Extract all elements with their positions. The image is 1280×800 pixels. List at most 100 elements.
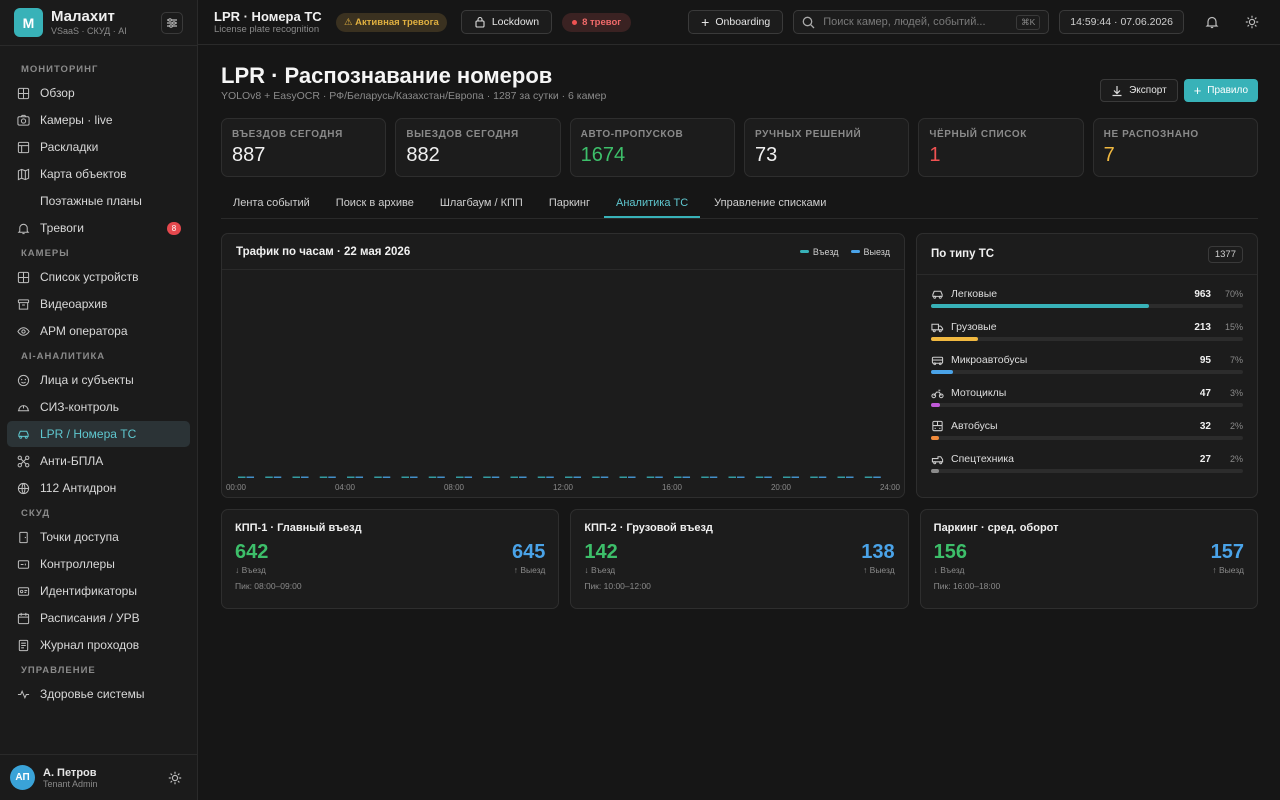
sidebar-item[interactable]: Точки доступа [7,524,190,550]
sidebar-item[interactable]: Карта объектов [7,161,190,187]
bar-entry-20[interactable] [783,476,791,479]
bar-exit-07[interactable] [437,476,445,479]
sidebar-item[interactable]: Тревоги 8 [7,215,190,241]
bar-entry-05[interactable] [374,476,382,479]
bar-exit-01[interactable] [273,476,282,479]
sidebar-item[interactable]: Идентификаторы [7,578,190,604]
search-input[interactable] [823,16,1009,28]
bar-entry-10[interactable] [510,476,519,479]
checkpoint-card[interactable]: Паркинг · сред. оборот 156 ↓ Въезд 157 ↑ Вые… [919,509,1258,609]
sidebar-item[interactable]: Расписания / УРВ [7,605,190,631]
bar-exit-02[interactable] [301,476,309,479]
sidebar-item-label: Идентификаторы [40,584,137,598]
checkpoint-card[interactable]: КПП-1 · Главный въезд 642 ↓ Въезд 645 ↑ Выез… [221,509,560,609]
bar-entry-01[interactable] [265,476,273,479]
settings-button[interactable] [1240,10,1264,34]
bar-entry-11[interactable] [537,476,546,479]
sidebar-item[interactable]: Лица и субъекты [7,367,190,393]
checkpoint-card[interactable]: КПП-2 · Грузовой въезд 142 ↓ Въезд 138 ↑ Вые… [570,509,909,609]
bar-entry-13[interactable] [592,476,600,479]
global-search[interactable]: ⌘K [793,10,1050,34]
checkpoint-entries: 642 [235,541,269,563]
bar-entry-12[interactable] [565,476,573,479]
tab[interactable]: Поиск в архиве [324,189,426,218]
bar-entry-03[interactable] [319,476,328,479]
bar-exit-14[interactable] [628,476,636,479]
bar-exit-23[interactable] [873,476,881,479]
bar-exit-19[interactable] [764,476,772,479]
vehicle-type-row[interactable]: Мотоциклы 47 3% [931,383,1243,416]
sidebar-item[interactable]: АРМ оператора [7,318,190,344]
tab[interactable]: Паркинг [537,189,602,218]
bar-entry-23[interactable] [864,476,873,479]
bar-entry-07[interactable] [428,476,437,479]
sidebar-item[interactable]: Видеоархив [7,291,190,317]
bar-exit-05[interactable] [382,476,391,479]
bar-exit-04[interactable] [355,476,364,479]
sidebar-item[interactable]: Контроллеры [7,551,190,577]
sidebar-item[interactable]: Камеры · live [7,107,190,133]
bar-entry-09[interactable] [483,476,491,479]
vehicle-type-row[interactable]: Автобусы 32 2% [931,416,1243,449]
vehicle-type-row[interactable]: Грузовые 213 15% [931,317,1243,350]
lockdown-button[interactable]: Lockdown [460,10,553,34]
bar-entry-02[interactable] [292,476,301,479]
bar-entry-21[interactable] [810,476,818,479]
avatar[interactable]: АП [10,765,35,790]
bar-entry-15[interactable] [646,476,655,479]
vehicle-type-row[interactable]: Микроавтобусы 95 7% [931,350,1243,383]
bar-exit-20[interactable] [791,476,800,479]
alerts-pill[interactable]: 8 тревог [562,12,632,32]
bar-entry-04[interactable] [347,476,355,479]
export-button[interactable]: Экспорт [1100,79,1178,102]
sidebar-item[interactable]: Журнал проходов [7,632,190,658]
bar-entry-00[interactable] [238,476,246,479]
bar-exit-03[interactable] [328,476,336,479]
sidebar-item[interactable]: Анти-БПЛА [7,448,190,474]
bar-exit-22[interactable] [846,476,854,479]
add-rule-button[interactable]: + Правило [1183,79,1258,102]
active-alarm-pill[interactable]: ⚠ Активная тревога [336,12,447,32]
bar-exit-12[interactable] [573,476,582,479]
bar-exit-13[interactable] [600,476,609,479]
sidebar-item[interactable]: Раскладки [7,134,190,160]
bar-entry-14[interactable] [619,476,628,479]
bar-exit-18[interactable] [737,476,745,479]
sidebar-item[interactable]: 112 Антидрон [7,475,190,501]
bar-exit-16[interactable] [682,476,691,479]
sidebar-item[interactable]: LPR / Номера ТС [7,421,190,447]
user-panel[interactable]: АП А. Петров Tenant Admin [0,754,197,800]
onboarding-button[interactable]: + Onboarding [688,10,784,34]
stat-label: РУЧНЫХ РЕШЕНИЙ [754,129,862,140]
bar-entry-19[interactable] [755,476,764,479]
tab[interactable]: Управление списками [702,189,838,218]
bar-exit-09[interactable] [491,476,500,479]
tab[interactable]: Лента событий [221,189,322,218]
bar-exit-06[interactable] [410,476,418,479]
bar-exit-10[interactable] [519,476,527,479]
bar-entry-06[interactable] [401,476,410,479]
notifications-button[interactable] [1200,10,1224,34]
bar-entry-17[interactable] [701,476,709,479]
vehicle-type-row[interactable]: Легковые 963 70% [931,284,1243,317]
bar-entry-08[interactable] [456,476,464,479]
bar-entry-18[interactable] [728,476,737,479]
tab[interactable]: Аналитика ТС [604,189,701,218]
bar-exit-21[interactable] [818,476,827,479]
bar-entry-22[interactable] [837,476,846,479]
bar-exit-00[interactable] [246,476,255,479]
tab[interactable]: Шлагбаум / КПП [428,189,535,218]
sidebar-item[interactable]: Поэтажные планы [7,188,190,214]
bar-exit-17[interactable] [709,476,718,479]
theme-toggle-button[interactable] [163,766,187,790]
bar-exit-15[interactable] [655,476,663,479]
bar-entry-16[interactable] [674,476,682,479]
vehicle-type-row[interactable]: Спецтехника 27 2% [931,449,1243,482]
sidebar-item[interactable]: Обзор [7,80,190,106]
sidebar-toggle-button[interactable] [161,11,183,34]
sidebar-item[interactable]: СИЗ-контроль [7,394,190,420]
bar-exit-11[interactable] [546,476,554,479]
sidebar-item[interactable]: Список устройств [7,264,190,290]
bar-exit-08[interactable] [464,476,473,479]
sidebar-item[interactable]: Здоровье системы [7,681,190,707]
